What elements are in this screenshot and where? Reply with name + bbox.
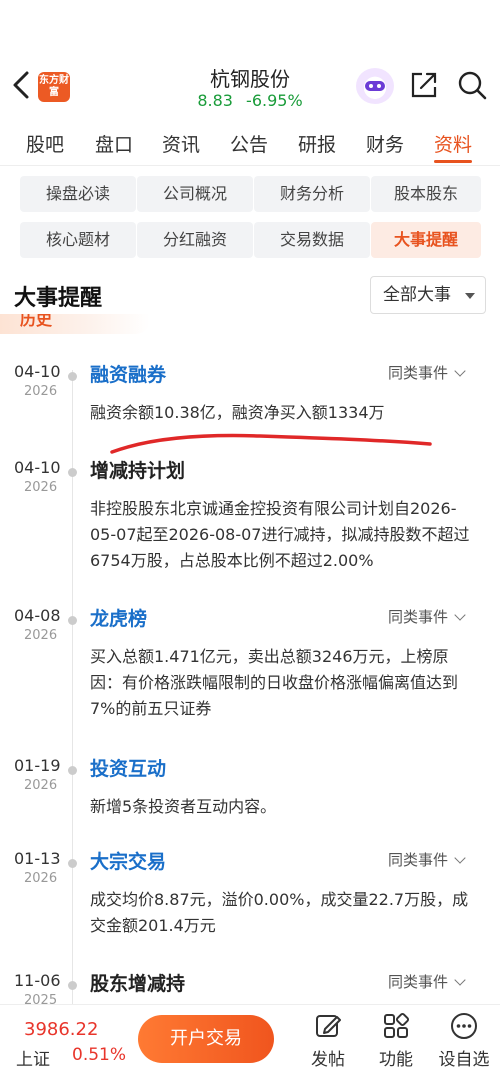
tab-pankou[interactable]: 盘口 — [95, 130, 133, 157]
features-label: 功能 — [379, 1050, 413, 1070]
timeline-dot — [68, 616, 77, 625]
event-year: 2026 — [24, 384, 58, 399]
event-year: 2026 — [24, 628, 58, 643]
timeline-dot — [68, 766, 77, 775]
subtab-major-events[interactable]: 大事提醒 — [371, 222, 481, 258]
subtab-financial-analysis[interactable]: 财务分析 — [254, 176, 370, 212]
chevron-down-icon — [454, 609, 466, 621]
timeline-dot — [68, 468, 77, 477]
event-year: 2026 — [24, 871, 58, 886]
tab-research[interactable]: 研报 — [298, 130, 336, 157]
index-value[interactable]: 3986.22 — [24, 1019, 98, 1040]
more-icon — [451, 1013, 477, 1039]
event-filter-dropdown[interactable]: 全部大事 — [370, 276, 486, 314]
caret-down-icon — [465, 293, 475, 299]
timeline-line — [72, 370, 73, 1010]
event-date: 01-19 — [14, 756, 61, 775]
similar-events-toggle[interactable]: 同类事件 — [388, 362, 466, 383]
similar-events-toggle[interactable]: 同类事件 — [388, 849, 466, 870]
event-title: 增减持计划 — [90, 460, 186, 482]
history-label: 历史 — [0, 314, 150, 340]
post-button[interactable]: 发帖 — [298, 1011, 358, 1070]
features-button[interactable]: 功能 — [366, 1011, 426, 1070]
event-title[interactable]: 投资互动 — [90, 754, 166, 781]
chevron-down-icon — [454, 365, 466, 377]
event-body: 融资余额10.38亿，融资净买入额1334万 — [90, 403, 385, 422]
section-title: 大事提醒 — [14, 286, 103, 311]
similar-events-toggle[interactable]: 同类事件 — [388, 606, 466, 627]
tab-finance[interactable]: 财务 — [366, 130, 404, 157]
grid-icon — [384, 1012, 410, 1038]
search-icon[interactable] — [456, 69, 488, 101]
index-name[interactable]: 上证 — [16, 1045, 50, 1070]
event-date: 04-10 — [14, 458, 61, 477]
event-title[interactable]: 大宗交易 — [90, 847, 166, 874]
subtab-trading-must-read[interactable]: 操盘必读 — [20, 176, 136, 212]
subtab-core-themes[interactable]: 核心题材 — [20, 222, 136, 258]
stock-price: 8.83 — [197, 91, 233, 110]
timeline-dot — [68, 859, 77, 868]
add-watchlist-button[interactable]: 设自选 — [434, 1011, 494, 1070]
timeline-dot — [68, 981, 77, 990]
post-label: 发帖 — [311, 1050, 345, 1070]
filter-label: 全部大事 — [383, 285, 451, 305]
index-change-pct[interactable]: 0.51% — [72, 1045, 126, 1065]
event-title[interactable]: 龙虎榜 — [90, 604, 147, 631]
event-body: 新增5条投资者互动内容。 — [90, 797, 277, 816]
active-tab-indicator — [434, 160, 472, 163]
event-title: 股东增减持 — [90, 973, 186, 995]
share-icon[interactable] — [408, 69, 440, 101]
chevron-down-icon — [454, 852, 466, 864]
tab-profile[interactable]: 资料 — [434, 130, 472, 157]
event-date: 04-10 — [14, 362, 61, 381]
event-date: 11-06 — [14, 971, 61, 990]
event-body: 买入总额1.471亿元，卖出总额3246万元，上榜原因：有价格涨跌幅限制的日收盘… — [90, 647, 459, 718]
main-tabs: 股吧 盘口 资讯 公告 研报 财务 资料 — [0, 120, 500, 166]
ai-assistant-icon[interactable] — [356, 68, 394, 104]
stock-header: 东方财富 杭钢股份 8.83 -6.95% — [0, 50, 500, 120]
event-title[interactable]: 融资融券 — [90, 360, 166, 387]
edit-icon — [316, 1015, 341, 1037]
subtab-shareholders[interactable]: 股本股东 — [371, 176, 481, 212]
open-account-trade-button[interactable]: 开户交易 — [138, 1015, 274, 1063]
add-watchlist-label: 设自选 — [438, 1050, 490, 1070]
tab-news[interactable]: 资讯 — [162, 130, 200, 157]
event-year: 2026 — [24, 778, 58, 793]
event-year: 2026 — [24, 480, 58, 495]
event-body: 成交均价8.87元，溢价0.00%，成交量22.7万股，成交金额201.4万元 — [90, 890, 469, 935]
stock-change-pct: -6.95% — [246, 91, 303, 110]
chevron-down-icon — [454, 974, 466, 986]
event-date: 01-13 — [14, 849, 61, 868]
similar-events-toggle[interactable]: 同类事件 — [388, 971, 466, 992]
event-date: 04-08 — [14, 606, 61, 625]
timeline-dot — [68, 372, 77, 381]
tab-announcements[interactable]: 公告 — [230, 130, 268, 157]
bottom-bar: 3986.22 上证 0.51% 开户交易 发帖 功能 设自选 — [0, 1004, 500, 1090]
subtab-company-overview[interactable]: 公司概况 — [137, 176, 253, 212]
tab-guba[interactable]: 股吧 — [26, 130, 64, 157]
event-body: 非控股股东北京诚通金控投资有限公司计划自2026-05-07起至2026-08-… — [90, 499, 470, 570]
subtab-dividends-financing[interactable]: 分红融资 — [137, 222, 253, 258]
subtab-trading-data[interactable]: 交易数据 — [254, 222, 370, 258]
